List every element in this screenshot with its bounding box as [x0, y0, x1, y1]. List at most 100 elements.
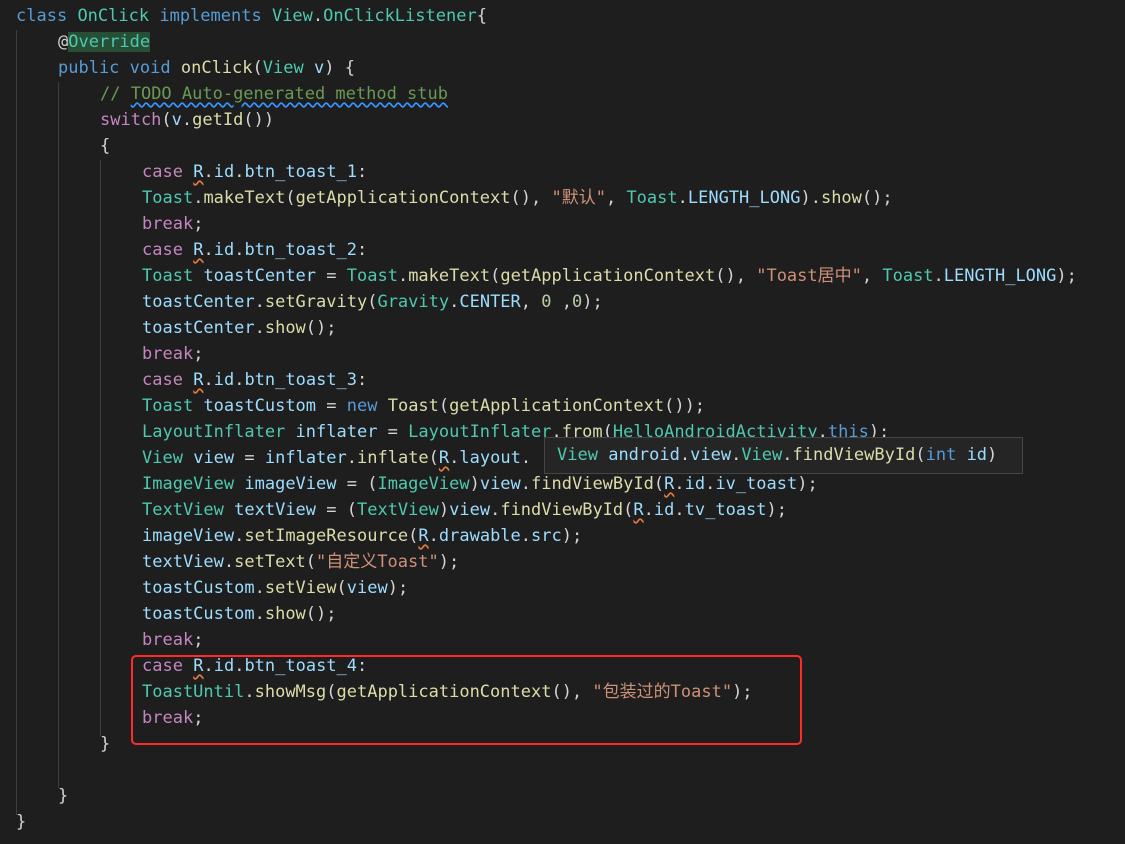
code-token-plain: (	[490, 266, 501, 286]
code-line[interactable]: Toast toastCenter = Toast.makeText(getAp…	[142, 263, 1077, 289]
code-token-fn: makeText	[408, 266, 491, 286]
code-line[interactable]: break;	[142, 705, 203, 731]
code-token-type: Toast	[882, 266, 934, 286]
code-token-fn: findViewById	[531, 474, 654, 494]
code-token-type: Toast	[142, 266, 194, 286]
code-token-fn: showMsg	[254, 682, 327, 702]
code-line[interactable]: class OnClick implements View.OnClickLis…	[16, 3, 487, 29]
code-token-plain: .	[490, 500, 501, 520]
code-token-plain: .	[234, 240, 245, 260]
code-token-plain: );	[582, 292, 603, 312]
code-line[interactable]: View view = inflater.inflate(R.layout.	[142, 445, 531, 471]
code-token-plain: );	[1056, 266, 1077, 286]
code-token-type: TextView	[356, 500, 439, 520]
code-token-var: view	[479, 474, 521, 494]
code-token-plain: (	[367, 292, 378, 312]
code-token-plain: (),	[715, 266, 757, 286]
code-token-var: view	[193, 448, 235, 468]
code-token-fn: show	[820, 188, 862, 208]
code-token-plain: ;	[193, 344, 204, 364]
code-line[interactable]: }	[100, 731, 110, 757]
code-line[interactable]: switch(v.getId())	[100, 107, 274, 133]
code-token-num: 0	[541, 292, 552, 312]
code-line[interactable]: @Override	[58, 29, 151, 55]
code-line[interactable]: case R.id.btn_toast_3:	[142, 367, 367, 393]
code-line[interactable]: toastCustom.show();	[142, 601, 337, 627]
code-token-fn: getApplicationContext	[449, 396, 665, 416]
code-token-kw: class	[16, 6, 68, 26]
code-token-ctl: switch	[100, 110, 162, 130]
code-line[interactable]: textView.setText("自定义Toast");	[142, 549, 459, 575]
code-token-plain: (	[252, 58, 263, 78]
code-line[interactable]: imageView.setImageResource(R.drawable.sr…	[142, 523, 582, 549]
code-line[interactable]: {	[100, 133, 110, 159]
code-token-plain: ();	[305, 604, 337, 624]
code-token-fn: getApplicationContext	[500, 266, 716, 286]
code-line[interactable]: }	[58, 783, 68, 809]
code-line[interactable]: toastCustom.setView(view);	[142, 575, 408, 601]
code-token-plain: .	[520, 474, 532, 494]
code-token-fn: getId	[192, 110, 244, 130]
code-token-plain: .	[933, 266, 944, 286]
code-token-plain: .	[428, 526, 439, 546]
code-token-fn: inflate	[357, 448, 429, 468]
code-token-var: LENGTH_LONG	[687, 188, 801, 208]
code-line[interactable]: break;	[142, 627, 203, 653]
code-line[interactable]: ImageView imageView = (ImageView)view.fi…	[142, 471, 818, 497]
code-token-plain: ;	[193, 630, 204, 650]
code-line[interactable]: public void onClick(View v) {	[58, 55, 355, 81]
code-token-plain: .	[254, 578, 265, 598]
code-token-var: R	[193, 240, 204, 260]
code-token-var: view	[346, 578, 388, 598]
code-token-plain: (	[408, 526, 419, 546]
code-token-type: ImageView	[377, 474, 470, 494]
code-token-plain: ).	[800, 188, 821, 208]
code-token-plain: (	[305, 552, 317, 572]
code-line[interactable]: Toast toastCustom = new Toast(getApplica…	[142, 393, 705, 419]
code-token-plain: ,	[605, 188, 627, 208]
code-line[interactable]: Toast.makeText(getApplicationContext(), …	[142, 185, 893, 211]
code-token-var: imageView	[142, 526, 235, 546]
code-token-plain: ;	[193, 214, 204, 234]
code-token-plain: .	[181, 110, 193, 130]
code-line[interactable]: case R.id.btn_toast_1:	[142, 159, 367, 185]
code-token-var: R	[438, 448, 450, 468]
code-token-var: textView	[234, 500, 317, 520]
code-token-var: btn_toast_1	[244, 162, 358, 182]
code-token-var: btn_toast_2	[244, 240, 358, 260]
code-token-plain: .	[254, 604, 265, 624]
code-line[interactable]: }	[16, 809, 26, 835]
code-editor[interactable]: class OnClick implements View. OnClickLis…	[0, 0, 1125, 844]
code-line[interactable]: case R.id.btn_toast_4:	[142, 653, 367, 679]
code-token-type: Toast	[626, 188, 678, 208]
code-line[interactable]: // TODO Auto-generated method stub	[100, 81, 448, 107]
code-line[interactable]: toastCenter.setGravity(Gravity.CENTER, 0…	[142, 289, 603, 315]
indent-guide	[16, 30, 17, 815]
code-token-type: View	[557, 445, 598, 465]
code-token-plain: ) {	[324, 58, 355, 78]
code-token-type: OnClickListener	[323, 6, 477, 26]
code-token-fn: show	[264, 318, 306, 338]
code-line[interactable]: toastCenter.show();	[142, 315, 337, 341]
code-token-plain: =	[377, 422, 409, 442]
code-line[interactable]: break;	[142, 211, 203, 237]
code-line[interactable]: break;	[142, 341, 203, 367]
code-line[interactable]: case R.id.btn_toast_2:	[142, 237, 367, 263]
code-token-type: Toast	[142, 396, 194, 416]
code-token-var: src	[531, 526, 562, 546]
code-token-var: id	[966, 445, 988, 465]
code-token-var: R	[664, 474, 675, 494]
code-token-type: LayoutInflater	[142, 422, 286, 442]
code-token-ctl: break	[142, 630, 194, 650]
code-line[interactable]: TextView textView = (TextView)view.findV…	[142, 497, 787, 523]
code-line[interactable]: ToastUntil.showMsg(getApplicationContext…	[142, 679, 753, 705]
code-token-plain: = (	[316, 500, 357, 520]
code-token-plain: :	[357, 370, 368, 390]
